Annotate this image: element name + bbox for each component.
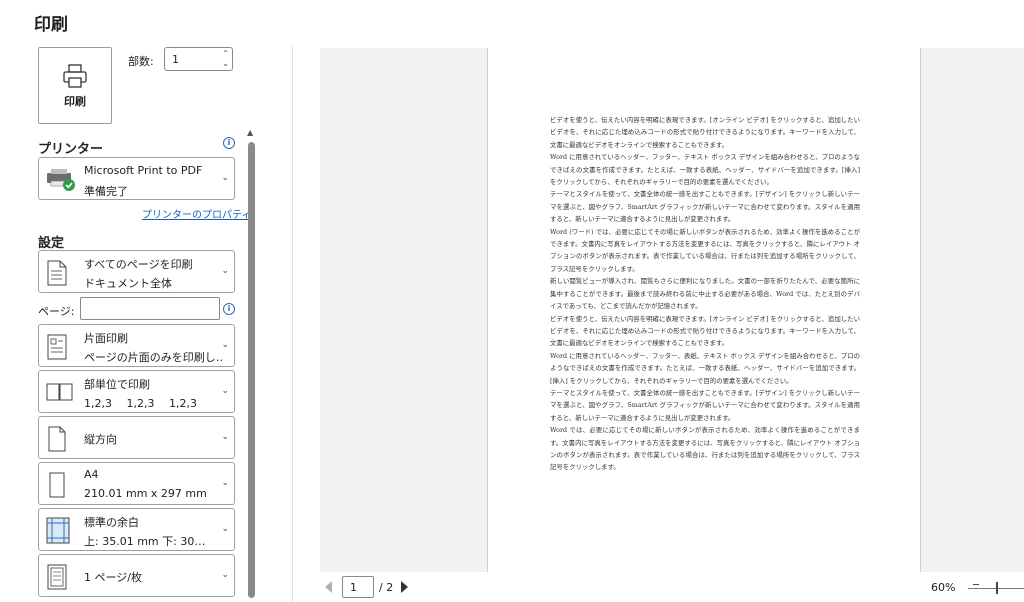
print-range-line1: すべてのページを印刷 bbox=[84, 258, 193, 271]
zoom-slider-thumb[interactable] bbox=[996, 582, 998, 594]
next-page-icon[interactable] bbox=[401, 581, 409, 593]
copies-stepper[interactable]: 1 ⌃ ⌄ bbox=[164, 47, 233, 71]
print-button[interactable]: 印刷 bbox=[38, 47, 112, 124]
margins-line2: 上: 35.01 mm 下: 30… bbox=[84, 535, 206, 548]
pages-info-icon[interactable]: i bbox=[223, 303, 235, 315]
chevron-down-icon: ⌄ bbox=[221, 265, 229, 276]
preview-paragraph: Word では、必要に応じてその場に新しいボタンが表示されるため、効率よく操作を… bbox=[550, 426, 860, 472]
pages-per-sheet-icon bbox=[47, 564, 67, 590]
collate-icon bbox=[46, 383, 73, 401]
settings-scrollbar[interactable]: ▲ bbox=[245, 128, 257, 600]
paper-size-dropdown[interactable]: A4 210.01 mm x 297 mm ⌄ bbox=[38, 462, 235, 505]
print-range-line2: ドキュメント全体 bbox=[84, 277, 172, 290]
printer-name: Microsoft Print to PDF bbox=[84, 164, 203, 177]
orientation-line1: 縦方向 bbox=[84, 433, 117, 446]
print-range-dropdown[interactable]: すべてのページを印刷 ドキュメント全体 ⌄ bbox=[38, 250, 235, 293]
total-pages: / 2 bbox=[379, 580, 394, 594]
chevron-down-icon: ⌄ bbox=[221, 431, 229, 442]
pages-input[interactable] bbox=[80, 297, 220, 320]
preview-paragraph: テーマとスタイルを使って、文書全体の統一感を出すこともできます。[デザイン] を… bbox=[550, 388, 860, 422]
paper-size-icon bbox=[49, 472, 65, 498]
printer-icon bbox=[63, 63, 87, 88]
printer-info-icon[interactable]: i bbox=[223, 137, 235, 149]
pages-per-sheet-line1: 1 ページ/枚 bbox=[84, 571, 142, 584]
print-button-label: 印刷 bbox=[64, 94, 86, 108]
print-preview: ビデオを使うと、伝えたい内容を明確に表現できます。[オンライン ビデオ] をクリ… bbox=[320, 48, 1024, 572]
one-sided-icon bbox=[47, 334, 67, 360]
preview-paragraph: Word に用意されているヘッダー、フッター、表紙、テキスト ボックス デザイン… bbox=[550, 351, 860, 385]
printer-properties-link[interactable]: プリンターのプロパティ bbox=[142, 206, 251, 221]
pages-per-sheet-dropdown[interactable]: 1 ページ/枚 ⌄ bbox=[38, 554, 235, 597]
orientation-dropdown[interactable]: 縦方向 ⌄ bbox=[38, 416, 235, 459]
copies-value: 1 bbox=[172, 53, 179, 66]
preview-page-text: ビデオを使うと、伝えたい内容を明確に表現できます。[オンライン ビデオ] をクリ… bbox=[550, 114, 860, 570]
preview-paragraph: テーマとスタイルを使って、文書全体の統一感を出すこともできます。[デザイン] を… bbox=[550, 190, 860, 224]
preview-paragraph: ビデオを使うと、伝えたい内容を明確に表現できます。[オンライン ビデオ] をクリ… bbox=[550, 116, 860, 149]
zoom-out-icon[interactable] bbox=[973, 584, 979, 585]
chevron-down-icon: ⌄ bbox=[221, 569, 229, 580]
collate-line2: 1,2,3 1,2,3 1,2,3 bbox=[84, 397, 197, 410]
preview-paragraph: Word (ワード) では、必要に応じてその場に新しいボタンが表示されるため、効… bbox=[550, 227, 860, 273]
margins-icon bbox=[46, 517, 70, 544]
page-navigator: 1 / 2 bbox=[320, 575, 409, 599]
scrollbar-thumb[interactable] bbox=[248, 142, 255, 598]
chevron-down-icon: ⌄ bbox=[221, 523, 229, 534]
paper-size-line1: A4 bbox=[84, 468, 99, 481]
pages-label: ページ: bbox=[38, 305, 75, 318]
preview-paragraph: 新しい閲覧ビューが導入され、閲覧もさらに便利になりました。文書の一部を折りたたん… bbox=[550, 277, 860, 311]
chevron-down-icon: ⌄ bbox=[221, 385, 229, 396]
preview-paragraph: Word に用意されているヘッダー、フッター、テキスト ボックス デザインを組み… bbox=[550, 153, 860, 187]
scroll-up-icon[interactable]: ▲ bbox=[247, 128, 253, 137]
portrait-page-icon bbox=[48, 426, 66, 452]
preview-paragraph: ビデオを使うと、伝えたい内容を明確に表現できます。[オンライン ビデオ] をクリ… bbox=[550, 314, 860, 348]
sides-line2: ページの片面のみを印刷し… bbox=[84, 351, 224, 364]
current-page-input[interactable]: 1 bbox=[342, 576, 374, 598]
page-title: 印刷 bbox=[34, 15, 68, 35]
sides-dropdown[interactable]: 片面印刷 ページの片面のみを印刷し… ⌄ bbox=[38, 324, 235, 367]
margins-line1: 標準の余白 bbox=[84, 516, 139, 529]
document-pages-icon bbox=[47, 260, 67, 286]
settings-section-label: 設定 bbox=[38, 236, 65, 251]
chevron-down-icon: ⌄ bbox=[221, 477, 229, 488]
collate-line1: 部単位で印刷 bbox=[84, 378, 150, 391]
preview-page: ビデオを使うと、伝えたい内容を明確に表現できます。[オンライン ビデオ] をクリ… bbox=[487, 48, 921, 572]
printer-status: 準備完了 bbox=[84, 185, 128, 198]
paper-size-line2: 210.01 mm x 297 mm bbox=[84, 487, 207, 500]
sides-line1: 片面印刷 bbox=[84, 332, 128, 345]
zoom-level: 60% bbox=[931, 581, 956, 594]
spin-arrows-icon[interactable]: ⌃ ⌄ bbox=[222, 49, 229, 69]
chevron-down-icon: ⌄ bbox=[221, 172, 229, 183]
printer-device-icon bbox=[47, 169, 75, 191]
previous-page-icon[interactable] bbox=[325, 581, 332, 593]
chevron-down-icon: ⌄ bbox=[221, 339, 229, 350]
printer-section-label: プリンター bbox=[38, 142, 104, 157]
collate-dropdown[interactable]: 部単位で印刷 1,2,3 1,2,3 1,2,3 ⌄ bbox=[38, 370, 235, 413]
printer-dropdown[interactable]: Microsoft Print to PDF 準備完了 ⌄ bbox=[38, 157, 235, 200]
copies-label: 部数: bbox=[128, 55, 154, 68]
margins-dropdown[interactable]: 標準の余白 上: 35.01 mm 下: 30… ⌄ bbox=[38, 508, 235, 551]
panel-divider bbox=[292, 46, 293, 602]
